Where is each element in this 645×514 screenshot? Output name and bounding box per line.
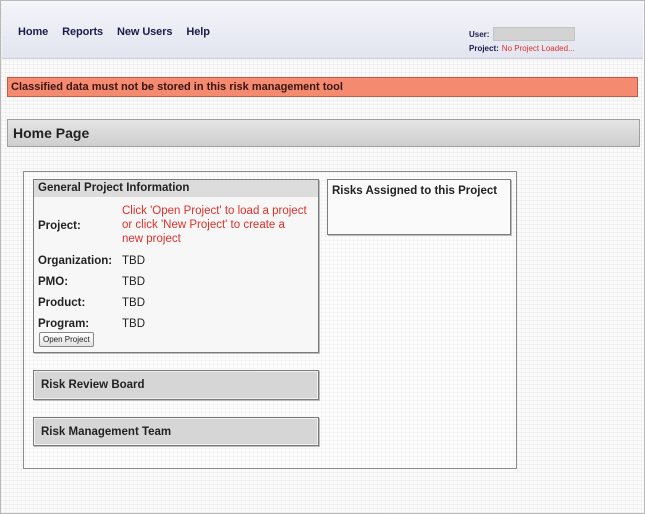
project-load-message: Click 'Open Project' to load a project o… bbox=[122, 205, 307, 245]
pmo-label: PMO: bbox=[38, 275, 69, 288]
product-row: Product: TBD bbox=[38, 292, 307, 313]
open-project-button[interactable]: Open Project bbox=[39, 332, 94, 347]
product-value: TBD bbox=[122, 296, 145, 309]
top-navigation-bar: Home Reports New Users Help User: Projec… bbox=[2, 2, 643, 59]
risk-management-team-title: Risk Management Team bbox=[34, 418, 318, 445]
program-label: Program: bbox=[38, 317, 90, 330]
product-label: Product: bbox=[38, 296, 86, 309]
risks-assigned-panel: Risks Assigned to this Project bbox=[327, 179, 511, 235]
user-info: User: Project: No Project Loaded... bbox=[469, 27, 576, 55]
nav-home[interactable]: Home bbox=[18, 26, 48, 38]
project-info-table: Project: Click 'Open Project' to load a … bbox=[38, 202, 307, 334]
pmo-row: PMO: TBD bbox=[38, 271, 307, 292]
main-nav: Home Reports New Users Help bbox=[18, 26, 210, 38]
risk-review-board-panel[interactable]: Risk Review Board bbox=[33, 370, 319, 400]
page-title: Home Page bbox=[7, 119, 640, 147]
user-label: User: bbox=[469, 29, 490, 39]
nav-new-users[interactable]: New Users bbox=[117, 26, 172, 38]
risk-management-team-panel[interactable]: Risk Management Team bbox=[33, 417, 319, 446]
classification-warning-banner: Classified data must not be stored in th… bbox=[7, 77, 638, 97]
nav-help[interactable]: Help bbox=[186, 26, 210, 38]
general-project-info-panel: General Project Information Project: Cli… bbox=[33, 179, 319, 353]
pmo-value: TBD bbox=[122, 275, 145, 288]
organization-label: Organization: bbox=[38, 254, 113, 267]
risk-review-board-title: Risk Review Board bbox=[34, 371, 318, 399]
general-project-info-title: General Project Information bbox=[34, 180, 318, 197]
project-label: Project: bbox=[469, 43, 499, 53]
organization-value: TBD bbox=[122, 254, 145, 267]
project-row: Project: Click 'Open Project' to load a … bbox=[38, 202, 307, 250]
program-value: TBD bbox=[122, 317, 145, 330]
user-name-field bbox=[493, 27, 576, 41]
app-window: Home Reports New Users Help User: Projec… bbox=[0, 0, 645, 514]
program-row: Program: TBD bbox=[38, 313, 307, 334]
project-status: No Project Loaded... bbox=[501, 43, 575, 53]
risks-assigned-title: Risks Assigned to this Project bbox=[332, 185, 498, 197]
organization-row: Organization: TBD bbox=[38, 250, 307, 271]
project-field-label: Project: bbox=[38, 220, 81, 232]
nav-reports[interactable]: Reports bbox=[62, 26, 103, 38]
